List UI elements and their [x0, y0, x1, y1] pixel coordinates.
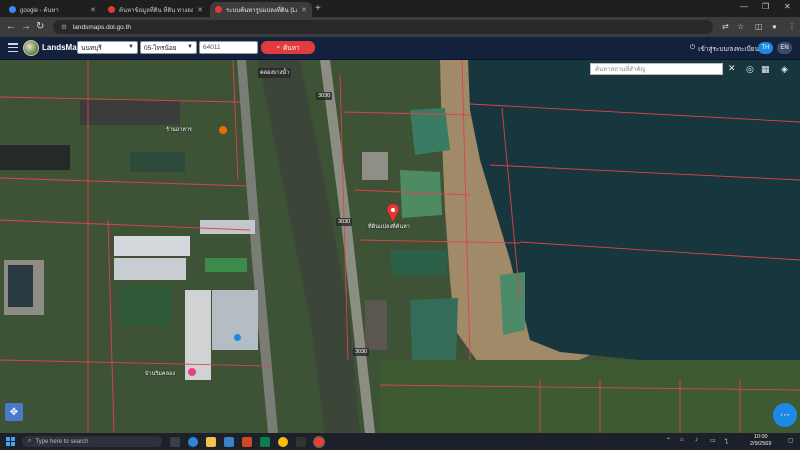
tab-title: google - ค้นหา	[20, 7, 59, 14]
excel-icon[interactable]	[260, 437, 270, 447]
extensions-icon[interactable]: ◫	[755, 22, 763, 31]
new-tab-button[interactable]: +	[315, 3, 321, 14]
taskbar-search-placeholder: Type here to search	[35, 438, 89, 445]
clock-time: 10:00	[753, 434, 768, 440]
tab-title: ระบบค้นหารูปแปลงที่ดิน (LandsMa...	[226, 7, 297, 14]
language-icon[interactable]: ไ	[725, 437, 728, 447]
login-label: เข้าสู่ระบบ/ลงทะเบียน	[698, 46, 760, 53]
windows-taskbar: ⌕ Type here to search ⌃ ⌂ ♪ ▭ ไ 10:00 2/…	[0, 433, 800, 450]
battery-icon[interactable]: ▭	[710, 437, 716, 444]
selected-parcel-label: ที่ดินแปลงที่ค้นหา	[368, 224, 410, 230]
tray-chevron-icon[interactable]: ⌃	[666, 437, 671, 444]
info-poi-icon[interactable]	[234, 334, 241, 341]
taskbar-search-input[interactable]: ⌕ Type here to search	[22, 436, 162, 447]
province-value: นนทบุรี	[81, 44, 102, 52]
search-button-label: ค้นหา	[282, 44, 300, 52]
notification-icon[interactable]: ▢	[788, 437, 794, 444]
district-value: 05-ไทรน้อย	[144, 44, 177, 52]
search-icon: ⌕	[28, 438, 32, 444]
location-icon[interactable]: ◎	[746, 64, 754, 75]
browser-tab-landsmaps[interactable]: ระบบค้นหารูปแปลงที่ดิน (LandsMa... ✕	[210, 2, 312, 17]
volume-icon[interactable]: ♪	[695, 437, 698, 443]
tiktok-icon[interactable]	[296, 437, 306, 447]
edge-icon[interactable]	[188, 437, 198, 447]
place-search-input[interactable]: ค้นหาสถานที่สำคัญ	[590, 63, 723, 75]
lang-en-button[interactable]: EN	[777, 42, 792, 54]
profile-icon[interactable]: ●	[772, 22, 777, 31]
site-header: LandsMaps นนทบุรี ▼ 05-ไทรน้อย ▼ 64011 ⌕…	[0, 37, 800, 60]
place-label: บ้านริมคลอง	[145, 371, 175, 377]
road-shield-3030: 3030	[353, 348, 370, 356]
parcel-number-value: 64011	[203, 44, 221, 51]
task-view-icon[interactable]	[170, 437, 180, 447]
hamburger-menu-icon[interactable]	[8, 43, 18, 53]
clock-date: 2/9/2569	[750, 441, 772, 447]
top-road-label: คลองบางน้ำ	[258, 68, 292, 78]
measure-tool-icon[interactable]: ✥	[5, 403, 23, 421]
user-icon: ⏻	[690, 44, 696, 51]
close-tab-icon[interactable]: ✕	[197, 6, 203, 14]
place-poi-icon[interactable]	[188, 368, 196, 376]
grid-icon[interactable]: ▦	[761, 64, 770, 75]
browser-tab-land-search[interactable]: ค้นหาข้อมูลที่ดิน ที่ดิน ทางออนไลน์... ✕	[103, 2, 208, 17]
map-imagery	[0, 60, 800, 433]
minimize-button[interactable]: —	[740, 2, 748, 11]
province-select[interactable]: นนทบุรี ▼	[77, 41, 138, 54]
restaurant-poi-icon[interactable]	[219, 126, 227, 134]
close-tab-icon[interactable]: ✕	[90, 6, 96, 14]
tab-title: ค้นหาข้อมูลที่ดิน ที่ดิน ทางออนไลน์...	[119, 7, 194, 14]
taskbar-clock[interactable]: 10:00 2/9/2569	[750, 434, 771, 448]
chrome-icon[interactable]	[278, 437, 288, 447]
layers-icon[interactable]: ◈	[781, 64, 788, 75]
place-label: ร้านอาหาร	[166, 127, 192, 133]
site-info-icon[interactable]: ⚙	[61, 23, 67, 31]
search-button[interactable]: ⌕ ค้นหา	[261, 41, 315, 54]
office-icon[interactable]	[242, 437, 252, 447]
maximize-button[interactable]: ❐	[762, 2, 769, 11]
google-favicon-icon	[9, 6, 16, 13]
address-bar[interactable]: ⚙ landsmaps.dol.go.th	[53, 20, 713, 34]
chrome-active-icon[interactable]	[313, 436, 325, 448]
browser-tab-strip: google - ค้นหา ✕ ค้นหาข้อมูลที่ดิน ที่ดิ…	[0, 0, 800, 17]
road-shield-3030: 3030	[316, 92, 333, 100]
place-search-placeholder: ค้นหาสถานที่สำคัญ	[595, 67, 646, 73]
close-window-button[interactable]: ✕	[784, 2, 791, 11]
site-favicon-icon	[108, 6, 115, 13]
road-shield-3030: 3030	[336, 218, 353, 226]
district-select[interactable]: 05-ไทรน้อย ▼	[140, 41, 197, 54]
browser-toolbar: ← → ↻ ⚙ landsmaps.dol.go.th ⇄ ☆ ◫ ● ⋮	[0, 17, 800, 37]
forward-icon[interactable]: →	[21, 21, 31, 33]
lang-th-button[interactable]: TH	[758, 42, 773, 54]
back-icon[interactable]: ←	[6, 21, 16, 33]
search-icon: ⌕	[276, 43, 280, 51]
translate-icon[interactable]: ⇄	[722, 22, 729, 31]
file-explorer-icon[interactable]	[206, 437, 216, 447]
chevron-down-icon: ▼	[187, 44, 193, 50]
landsmaps-logo	[23, 40, 39, 56]
login-link[interactable]: ⏻ เข้าสู่ระบบ/ลงทะเบียน	[690, 44, 759, 54]
store-icon[interactable]	[224, 437, 234, 447]
close-tab-icon[interactable]: ✕	[301, 6, 307, 14]
satellite-map[interactable]: คลองบางน้ำ 3030 3030 3030 ที่ดินแปลงที่ค…	[0, 60, 800, 433]
browser-menu-icon[interactable]: ⋮	[788, 22, 796, 31]
reload-icon[interactable]: ↻	[36, 21, 44, 33]
map-pin-favicon-icon	[215, 6, 222, 13]
parcel-number-input[interactable]: 64011	[199, 41, 258, 54]
network-icon[interactable]: ⌂	[680, 437, 684, 443]
chevron-down-icon: ▼	[128, 44, 134, 50]
close-search-icon[interactable]: ✕	[728, 63, 736, 74]
bookmark-star-icon[interactable]: ☆	[737, 22, 744, 31]
windows-start-icon[interactable]	[6, 437, 15, 446]
url-text: landsmaps.dol.go.th	[72, 23, 132, 31]
browser-tab-google[interactable]: google - ค้นหา ✕	[4, 2, 101, 17]
more-icon[interactable]: ⋯	[773, 403, 797, 427]
